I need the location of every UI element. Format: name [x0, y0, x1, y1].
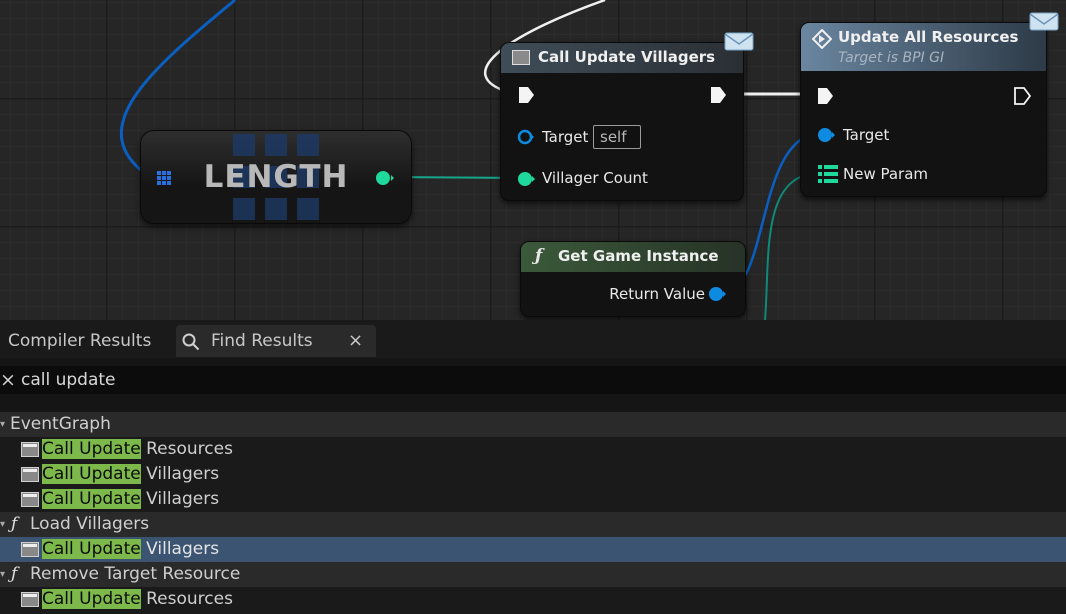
- result-item[interactable]: Call Update Villagers: [0, 487, 1066, 512]
- tab-compiler-results[interactable]: Compiler Results: [8, 325, 151, 357]
- function-icon: ƒ: [11, 514, 18, 534]
- villager-count-label: Villager Count: [542, 169, 648, 187]
- tab-find-results[interactable]: Find Results ×: [176, 325, 376, 357]
- category-label: Remove Target Resource: [30, 564, 241, 584]
- target-pin-icon[interactable]: [517, 129, 535, 145]
- node-icon: [21, 492, 39, 507]
- result-item[interactable]: Call Update Resources: [0, 587, 1066, 612]
- new-param-pin-icon[interactable]: [817, 164, 839, 184]
- result-item-selected[interactable]: Call Update Villagers: [0, 537, 1066, 562]
- ua-target-label: Target: [843, 126, 890, 144]
- result-category-load-villagers[interactable]: ▾ ƒ Load Villagers: [0, 512, 1066, 537]
- update-all-resources-subtitle: Target is BPI GI: [838, 50, 945, 66]
- match-highlight: Call Update: [42, 489, 141, 509]
- close-tab-icon[interactable]: ×: [348, 325, 363, 357]
- function-icon: ƒ: [11, 564, 18, 584]
- call-update-villagers-node[interactable]: Call Update Villagers Target self Villag…: [500, 32, 754, 201]
- result-category-eventgraph[interactable]: ▾ EventGraph: [0, 412, 1066, 437]
- node-icon: [21, 592, 39, 607]
- search-row: × call update: [0, 366, 1066, 394]
- result-text: Villagers: [140, 539, 220, 559]
- result-category-remove-target-resource[interactable]: ▾ ƒ Remove Target Resource: [0, 562, 1066, 587]
- interface-message-icon: [812, 29, 832, 49]
- exec-input-pin-icon[interactable]: [518, 86, 536, 104]
- target-pin-icon[interactable]: [817, 127, 837, 143]
- int-output-pin-icon[interactable]: [375, 169, 395, 187]
- results-tab-bar: Compiler Results Find Results ×: [0, 320, 1066, 358]
- call-update-villagers-header: Call Update Villagers: [501, 43, 743, 73]
- exec-output-pin-icon[interactable]: [1014, 87, 1032, 105]
- clear-search-icon[interactable]: ×: [0, 366, 16, 394]
- match-highlight: Call Update: [42, 589, 141, 609]
- node-icon: [21, 467, 39, 482]
- result-text: Villagers: [140, 489, 220, 509]
- target-label: Target: [542, 128, 589, 146]
- collapse-arrow-icon: ▾: [0, 569, 6, 580]
- find-results-tree: ▾ EventGraph Call Update Resources Call …: [0, 412, 1066, 614]
- get-game-instance-node[interactable]: ƒ Get Game Instance Return Value: [520, 241, 746, 317]
- match-highlight: Call Update: [42, 539, 141, 559]
- search-icon: [182, 333, 200, 351]
- new-param-label: New Param: [843, 165, 929, 183]
- tab-find-results-label: Find Results: [211, 331, 313, 351]
- array-input-pin-icon[interactable]: [156, 170, 172, 186]
- tab-compiler-results-label: Compiler Results: [8, 331, 152, 351]
- blueprint-graph-canvas[interactable]: LENGTH Call Update Villagers Target self…: [0, 0, 1066, 320]
- collapse-arrow-icon: ▾: [0, 419, 6, 430]
- match-highlight: Call Update: [42, 464, 141, 484]
- message-envelope-icon: [1029, 12, 1059, 31]
- return-value-pin-icon[interactable]: [708, 286, 728, 302]
- get-game-instance-header: ƒ Get Game Instance: [521, 242, 745, 272]
- target-self-field[interactable]: self: [593, 125, 641, 149]
- exec-input-pin-icon[interactable]: [817, 87, 835, 105]
- villager-count-pin-icon[interactable]: [517, 170, 537, 188]
- message-envelope-icon: [724, 32, 754, 51]
- update-all-resources-title: Update All Resources: [838, 28, 1019, 46]
- return-value-label: Return Value: [609, 285, 705, 303]
- update-all-resources-node[interactable]: Update All Resources Target is BPI GI Ta…: [800, 12, 1059, 197]
- result-text: Villagers: [140, 464, 220, 484]
- length-node-label: LENGTH: [203, 159, 349, 195]
- collapse-arrow-icon: ▾: [0, 519, 6, 530]
- node-function-icon: [512, 50, 530, 65]
- category-label: Load Villagers: [30, 514, 150, 534]
- function-icon: ƒ: [535, 246, 543, 266]
- exec-output-pin-icon[interactable]: [710, 86, 728, 104]
- node-icon: [21, 442, 39, 457]
- result-item[interactable]: Call Update Villagers: [0, 462, 1066, 487]
- update-all-resources-header: Update All Resources Target is BPI GI: [801, 23, 1046, 71]
- get-game-instance-title: Get Game Instance: [558, 247, 719, 265]
- call-update-villagers-title: Call Update Villagers: [538, 48, 716, 66]
- result-text: Resources: [140, 589, 233, 609]
- search-input[interactable]: call update: [21, 366, 116, 394]
- category-label: EventGraph: [10, 414, 111, 434]
- result-text: Resources: [140, 439, 233, 459]
- length-node[interactable]: LENGTH: [140, 130, 412, 224]
- node-icon: [21, 542, 39, 557]
- match-highlight: Call Update: [42, 439, 141, 459]
- result-item[interactable]: Call Update Resources: [0, 437, 1066, 462]
